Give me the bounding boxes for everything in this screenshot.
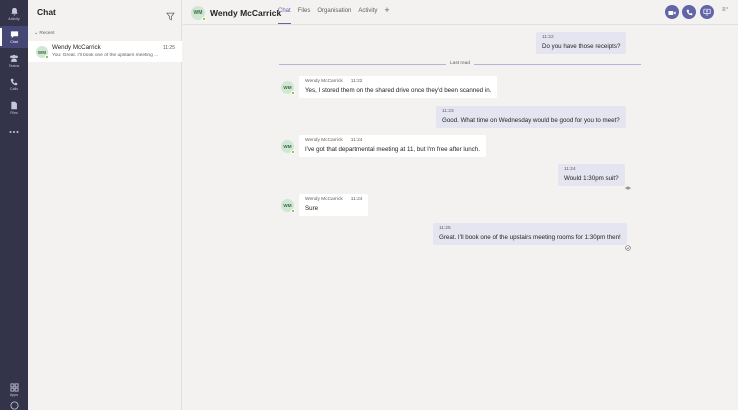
recent-section-label: Recent — [39, 31, 55, 36]
conversation-pane: 11:22 Do you have those receipts? Last r… — [183, 26, 738, 410]
outgoing-message[interactable]: 11:22 Do you have those receipts? — [536, 32, 627, 54]
avatar-initials: WM — [283, 203, 292, 208]
incoming-message[interactable]: Wendy McCarrick 11:22 Yes, I stored them … — [299, 76, 498, 98]
avatar-initials: WM — [283, 85, 292, 90]
message-text: Would 1:30pm suit? — [564, 175, 619, 182]
message-sender: Wendy McCarrick — [305, 138, 343, 143]
filter-icon[interactable] — [166, 8, 175, 21]
chat-item-time: 11:25 — [162, 45, 175, 51]
presence-available-icon — [291, 91, 295, 95]
avatar-initials: WM — [37, 49, 47, 55]
message-text: Great. I'll book one of the upstairs mee… — [439, 234, 621, 241]
message-time: 11:24 — [350, 138, 363, 143]
message-text: Sure — [305, 205, 319, 212]
avatar: WM — [36, 46, 49, 59]
outgoing-message[interactable]: 11:24 Would 1:30pm suit? — [558, 164, 625, 186]
video-camera-icon — [668, 3, 676, 21]
message-sender: Wendy McCarrick — [305, 197, 343, 202]
message-text: Good. What time on Wednesday would be go… — [442, 117, 620, 124]
message-time: 11:22 — [350, 79, 363, 84]
teams-icon — [9, 54, 20, 63]
sender-avatar[interactable]: WM — [281, 81, 295, 95]
more-dots-icon — [9, 128, 20, 137]
rail-help-button[interactable] — [0, 401, 28, 410]
share-screen-icon — [703, 3, 711, 21]
presence-available-icon — [291, 209, 295, 213]
chat-list-title: Chat — [37, 7, 56, 17]
file-icon — [9, 101, 20, 110]
rail-item-activity[interactable]: Activity — [0, 3, 28, 25]
rail-item-files[interactable]: Files — [0, 97, 28, 119]
chat-item-name: Wendy McCarrick — [52, 44, 101, 51]
message-time: 11:25 — [439, 226, 451, 231]
tab-files[interactable]: Files — [298, 8, 311, 16]
seen-eye-icon — [625, 178, 631, 190]
rail-item-chat[interactable]: Chat — [0, 26, 28, 48]
rail-label-files: Files — [10, 111, 18, 115]
outgoing-message[interactable]: 11:23 Good. What time on Wednesday would… — [436, 106, 626, 128]
chat-icon — [9, 30, 20, 39]
rail-label-activity: Activity — [8, 17, 20, 21]
sent-status-icon — [625, 238, 631, 251]
more-options-button[interactable]: ≡⁺ — [722, 6, 729, 13]
presence-available-icon — [45, 55, 49, 59]
share-screen-button[interactable] — [700, 5, 714, 19]
tab-activity[interactable]: Activity — [358, 8, 377, 16]
phone-icon — [686, 3, 693, 21]
rail-item-calls[interactable]: Calls — [0, 73, 28, 95]
tab-chat[interactable]: Chat — [278, 8, 291, 24]
message-time: 11:23 — [442, 109, 454, 114]
message-time: 11:24 — [350, 197, 363, 202]
add-tab-button[interactable]: + — [384, 6, 389, 16]
incoming-message[interactable]: Wendy McCarrick 11:24 I've got that depar… — [299, 135, 486, 157]
apps-icon — [9, 383, 20, 392]
message-text: Do you have those receipts? — [542, 43, 621, 50]
avatar-initials: WM — [193, 10, 203, 16]
contact-name: Wendy McCarrick — [210, 8, 282, 18]
rail-more-button[interactable] — [0, 121, 28, 143]
phone-icon — [9, 77, 20, 86]
message-time: 11:22 — [542, 35, 554, 40]
rail-label-calls: Calls — [10, 87, 18, 91]
rail-label-chat: Chat — [10, 40, 18, 44]
tab-bar: Chat Files Organisation Activity + — [278, 6, 390, 24]
message-text: Yes, I stored them on the shared drive o… — [305, 87, 492, 94]
chat-list-pane: Chat ⌄ Recent WM Wendy McCarrick 11:25 Y… — [28, 0, 182, 410]
incoming-message[interactable]: Wendy McCarrick 11:24 Sure — [299, 194, 369, 216]
sender-avatar[interactable]: WM — [281, 140, 295, 154]
app-rail: Activity Chat Teams Calls Files Apps — [0, 0, 28, 410]
message-time: 11:24 — [564, 167, 576, 172]
chat-list-item[interactable]: WM Wendy McCarrick 11:25 You: Great. I'l… — [28, 41, 182, 62]
chat-item-preview: You: Great. I'll book one of the upstair… — [52, 53, 159, 58]
sender-avatar[interactable]: WM — [281, 199, 295, 213]
rail-label-teams: Teams — [8, 64, 20, 68]
audio-call-button[interactable] — [682, 5, 696, 19]
presence-available-icon — [202, 17, 206, 21]
presence-available-icon — [291, 150, 295, 154]
help-icon — [9, 401, 20, 410]
chat-header: WM Wendy McCarrick Chat Files Organisati… — [183, 0, 738, 25]
recent-section-toggle[interactable]: ⌄ Recent — [34, 31, 55, 36]
bell-icon — [9, 7, 20, 16]
message-sender: Wendy McCarrick — [305, 79, 343, 84]
video-call-button[interactable] — [665, 5, 679, 19]
avatar-initials: WM — [283, 144, 292, 149]
outgoing-message[interactable]: 11:25 Great. I'll book one of the upstai… — [433, 223, 627, 245]
rail-label-apps: Apps — [9, 393, 19, 397]
rail-item-apps[interactable]: Apps — [0, 379, 28, 401]
header-avatar[interactable]: WM — [191, 6, 206, 21]
rail-item-teams[interactable]: Teams — [0, 50, 28, 72]
last-read-label: Last read — [446, 61, 475, 66]
tab-organisation[interactable]: Organisation — [317, 8, 351, 16]
message-text: I've got that departmental meeting at 11… — [305, 146, 480, 153]
